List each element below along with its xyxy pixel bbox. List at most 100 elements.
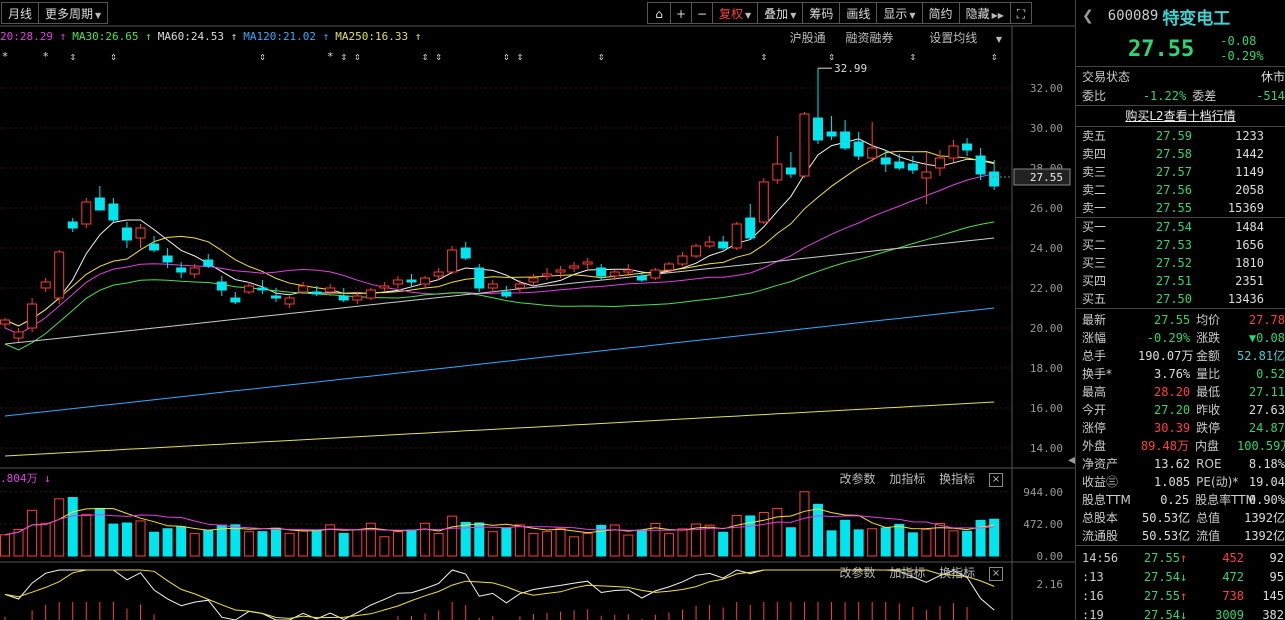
kline-chart-area[interactable]: 月线 更多周期 ▼ ⌂ + − 复权 ▼ 叠加 ▼ 筹码 画线 显示 ▼ 简约 隐藏 ▶▶… xyxy=(0,0,1076,620)
volume-bar xyxy=(338,532,349,557)
price-tick-label: 20.00 xyxy=(1030,322,1063,335)
ask-book: 卖五 27.59 1233 卖四 27.58 1442 卖三 27.57 1149 卖二 27.56… xyxy=(1076,127,1285,218)
ask-row[interactable]: 卖一 27.55 15369 xyxy=(1076,199,1285,217)
stat-label: 总股本 xyxy=(1082,511,1119,525)
candle-down xyxy=(149,243,160,251)
stat-label: 涨幅 xyxy=(1082,331,1107,345)
stat-label: 最新 xyxy=(1082,313,1107,327)
volume-switch-indicator-link[interactable]: 换指标 xyxy=(939,472,975,486)
stat-label: 收益㊂ xyxy=(1082,475,1119,489)
volume-bar xyxy=(880,527,891,557)
volume-bar xyxy=(162,528,173,557)
signal-marker: ⇕ xyxy=(259,50,266,63)
osc-add-indicator-link[interactable]: 加指标 xyxy=(889,566,925,580)
tick-time: :19 xyxy=(1082,608,1104,620)
volume-add-indicator-link[interactable]: 加指标 xyxy=(889,472,925,486)
candle-down xyxy=(745,217,756,239)
tick-row: :19 27.54 ↓ 3009 382 xyxy=(1076,606,1285,620)
level-label: 卖三 xyxy=(1082,165,1107,179)
ask-row[interactable]: 卖二 27.56 2058 xyxy=(1076,181,1285,199)
bid-row[interactable]: 买三 27.52 1810 xyxy=(1076,254,1285,272)
bid-row[interactable]: 买二 27.53 1656 xyxy=(1076,236,1285,254)
candle-up xyxy=(663,263,674,271)
candle-up xyxy=(379,285,390,289)
candle-up xyxy=(758,181,769,223)
level-volume: 1810 xyxy=(1235,256,1264,270)
candle-down xyxy=(962,143,973,151)
tick-price: 27.54 xyxy=(1143,570,1180,584)
volume-bar xyxy=(785,527,796,557)
level-price: 27.54 xyxy=(1155,220,1192,234)
volume-bar xyxy=(284,532,295,557)
signal-marker: ⇕ xyxy=(422,50,429,63)
chart-canvas[interactable]: 32.0030.0028.0026.0024.0022.0020.0018.00… xyxy=(0,0,1075,620)
candle-down xyxy=(785,167,796,175)
candle-down xyxy=(176,267,187,273)
volume-bar xyxy=(420,522,431,557)
osc-indicator-controls: 改参数 加指标 换指标 × xyxy=(829,564,1003,581)
candle-down xyxy=(474,267,485,289)
candle-up xyxy=(325,287,336,293)
candle-down xyxy=(840,131,851,149)
stat-row: 换手* 3.76% 量比 0.52 xyxy=(1076,365,1285,383)
osc-change-params-link[interactable]: 改参数 xyxy=(839,566,875,580)
tick-price: 27.54 xyxy=(1143,608,1180,620)
close-icon[interactable]: × xyxy=(989,566,1003,581)
volume-bar xyxy=(311,529,322,557)
ma120-line xyxy=(4,307,995,417)
volume-change-params-link[interactable]: 改参数 xyxy=(839,472,875,486)
volume-bar xyxy=(13,528,24,557)
stat-label: 流通股 xyxy=(1082,529,1119,543)
signal-marker: ⇕ xyxy=(991,50,998,63)
buy-l2-link[interactable]: 购买L2查看十档行情 xyxy=(1076,106,1285,127)
tick-direction-icon: ↓ xyxy=(1180,608,1188,620)
stat-row: 最高 28.20 最低 27.11 xyxy=(1076,383,1285,401)
collapse-handle-icon[interactable]: ◀ xyxy=(1068,455,1076,477)
level-label: 买二 xyxy=(1082,238,1107,252)
signal-marker: ⇕ xyxy=(354,50,361,63)
candle-down xyxy=(67,221,78,229)
volume-bar xyxy=(636,529,647,557)
ask-row[interactable]: 卖四 27.58 1442 xyxy=(1076,145,1285,163)
price-tick-label: 14.00 xyxy=(1030,442,1063,455)
stock-code: 600089 xyxy=(1107,8,1159,24)
stats-table: 最新 27.55 均价 27.78 涨幅 -0.29% 涨跌 ▼0.08 总手 190.07万 金额… xyxy=(1076,309,1285,546)
stat-value: 1392亿 xyxy=(1244,529,1285,543)
volume-bar xyxy=(392,531,403,557)
tick-count: 92 xyxy=(1269,551,1284,565)
ask-row[interactable]: 卖三 27.57 1149 xyxy=(1076,163,1285,181)
volume-bar xyxy=(894,523,905,557)
volume-bar xyxy=(813,503,823,557)
bid-row[interactable]: 买一 27.54 1484 xyxy=(1076,218,1285,236)
stat-label: 跌停 xyxy=(1196,421,1221,435)
ask-row[interactable]: 卖五 27.59 1233 xyxy=(1076,127,1285,145)
candle-up xyxy=(691,245,702,257)
signal-marker: ⇕ xyxy=(340,50,347,63)
signal-marker: * xyxy=(42,50,49,63)
stat-value: 1392亿 xyxy=(1244,511,1285,525)
bid-row[interactable]: 买五 27.50 13436 xyxy=(1076,290,1285,308)
candle-up xyxy=(27,303,38,329)
back-arrow-icon[interactable]: ❮ xyxy=(1082,8,1094,24)
volume-bar xyxy=(40,522,51,557)
level-volume: 1442 xyxy=(1235,147,1264,161)
price-summary: 27.55 -0.08 -0.29% xyxy=(1076,32,1285,67)
current-price-label: 27.55 xyxy=(1030,171,1063,184)
stat-value: 3.76% xyxy=(1154,367,1191,381)
osc-switch-indicator-link[interactable]: 换指标 xyxy=(939,566,975,580)
tick-count: 145 xyxy=(1262,589,1284,603)
close-icon[interactable]: × xyxy=(989,472,1003,487)
candle-up xyxy=(582,261,593,265)
candle-up xyxy=(555,269,566,273)
candle-up xyxy=(650,269,661,279)
stat-value: 27.20 xyxy=(1154,403,1191,417)
bid-row[interactable]: 买四 27.51 2351 xyxy=(1076,272,1285,290)
stat-label: 内盘 xyxy=(1194,439,1219,453)
stock-name[interactable]: 特变电工 xyxy=(1162,4,1230,29)
stat-value: 50.53亿 xyxy=(1142,511,1191,525)
volume-bar xyxy=(718,531,729,557)
level-label: 卖四 xyxy=(1082,147,1107,161)
volume-ma-value: .804万 xyxy=(0,472,38,485)
candle-down xyxy=(203,259,214,267)
tick-price: 27.55 xyxy=(1143,589,1180,603)
